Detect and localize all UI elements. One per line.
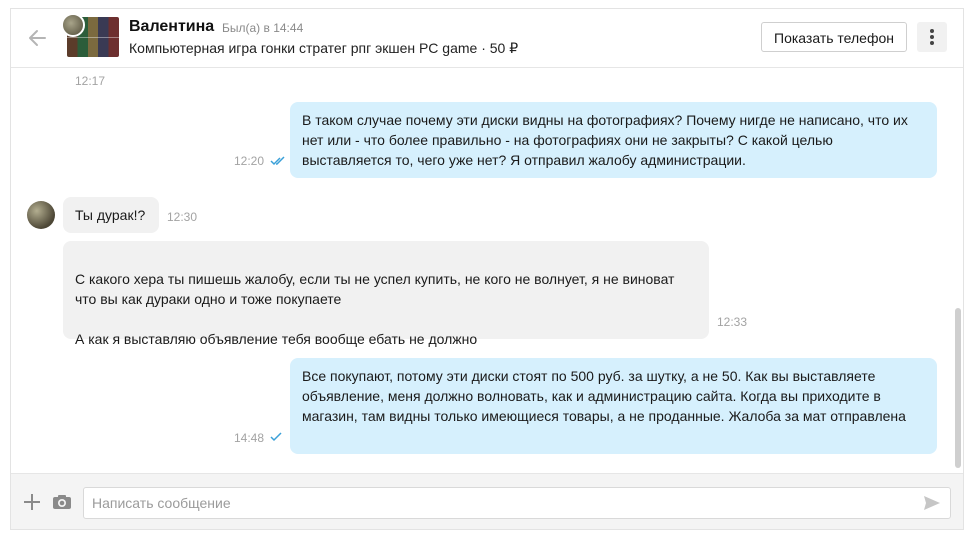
send-icon[interactable] bbox=[923, 494, 941, 512]
message-time: 12:33 bbox=[717, 315, 748, 329]
dot-icon bbox=[930, 29, 934, 33]
message-list: 12:17 В таком случае почему эти диски ви… bbox=[11, 68, 963, 473]
message-time: 12:30 bbox=[167, 210, 198, 224]
check-icon bbox=[270, 432, 282, 442]
outgoing-message: В таком случае почему эти диски видны на… bbox=[290, 102, 937, 178]
message-time: 12:17 bbox=[75, 74, 106, 88]
incoming-message: Ты дурак!? bbox=[63, 197, 159, 233]
scrollbar[interactable] bbox=[955, 308, 961, 468]
avatar bbox=[61, 13, 85, 37]
user-name[interactable]: Валентина bbox=[129, 18, 214, 36]
more-options-button[interactable] bbox=[917, 22, 947, 52]
message-text: С какого хера ты пишешь жалобу, если ты … bbox=[75, 271, 675, 347]
last-seen-status: Был(а) в 14:44 bbox=[222, 21, 304, 35]
show-phone-button[interactable]: Показать телефон bbox=[761, 22, 907, 52]
chat-header: Валентина Был(а) в 14:44 Компьютерная иг… bbox=[11, 9, 963, 68]
dot-icon bbox=[930, 41, 934, 45]
back-arrow-icon[interactable] bbox=[27, 27, 49, 49]
message-composer bbox=[11, 473, 963, 529]
message-text: Все покупают, потому эти диски стоят по … bbox=[302, 368, 906, 424]
double-check-icon bbox=[270, 156, 285, 166]
message-time: 14:48 bbox=[234, 431, 265, 445]
item-title[interactable]: Компьютерная игра гонки стратег рпг экше… bbox=[129, 40, 518, 57]
chat-window: Валентина Был(а) в 14:44 Компьютерная иг… bbox=[10, 8, 964, 530]
message-text: В таком случае почему эти диски видны на… bbox=[302, 112, 908, 168]
message-text: Ты дурак!? bbox=[75, 207, 146, 223]
dot-icon bbox=[930, 35, 934, 39]
outgoing-message: Все покупают, потому эти диски стоят по … bbox=[290, 358, 937, 454]
camera-icon[interactable] bbox=[52, 494, 72, 510]
message-input[interactable] bbox=[83, 487, 951, 519]
incoming-message: С какого хера ты пишешь жалобу, если ты … bbox=[63, 241, 709, 347]
avatar[interactable] bbox=[27, 201, 55, 229]
message-time: 12:20 bbox=[234, 154, 265, 168]
plus-icon[interactable] bbox=[23, 493, 41, 511]
